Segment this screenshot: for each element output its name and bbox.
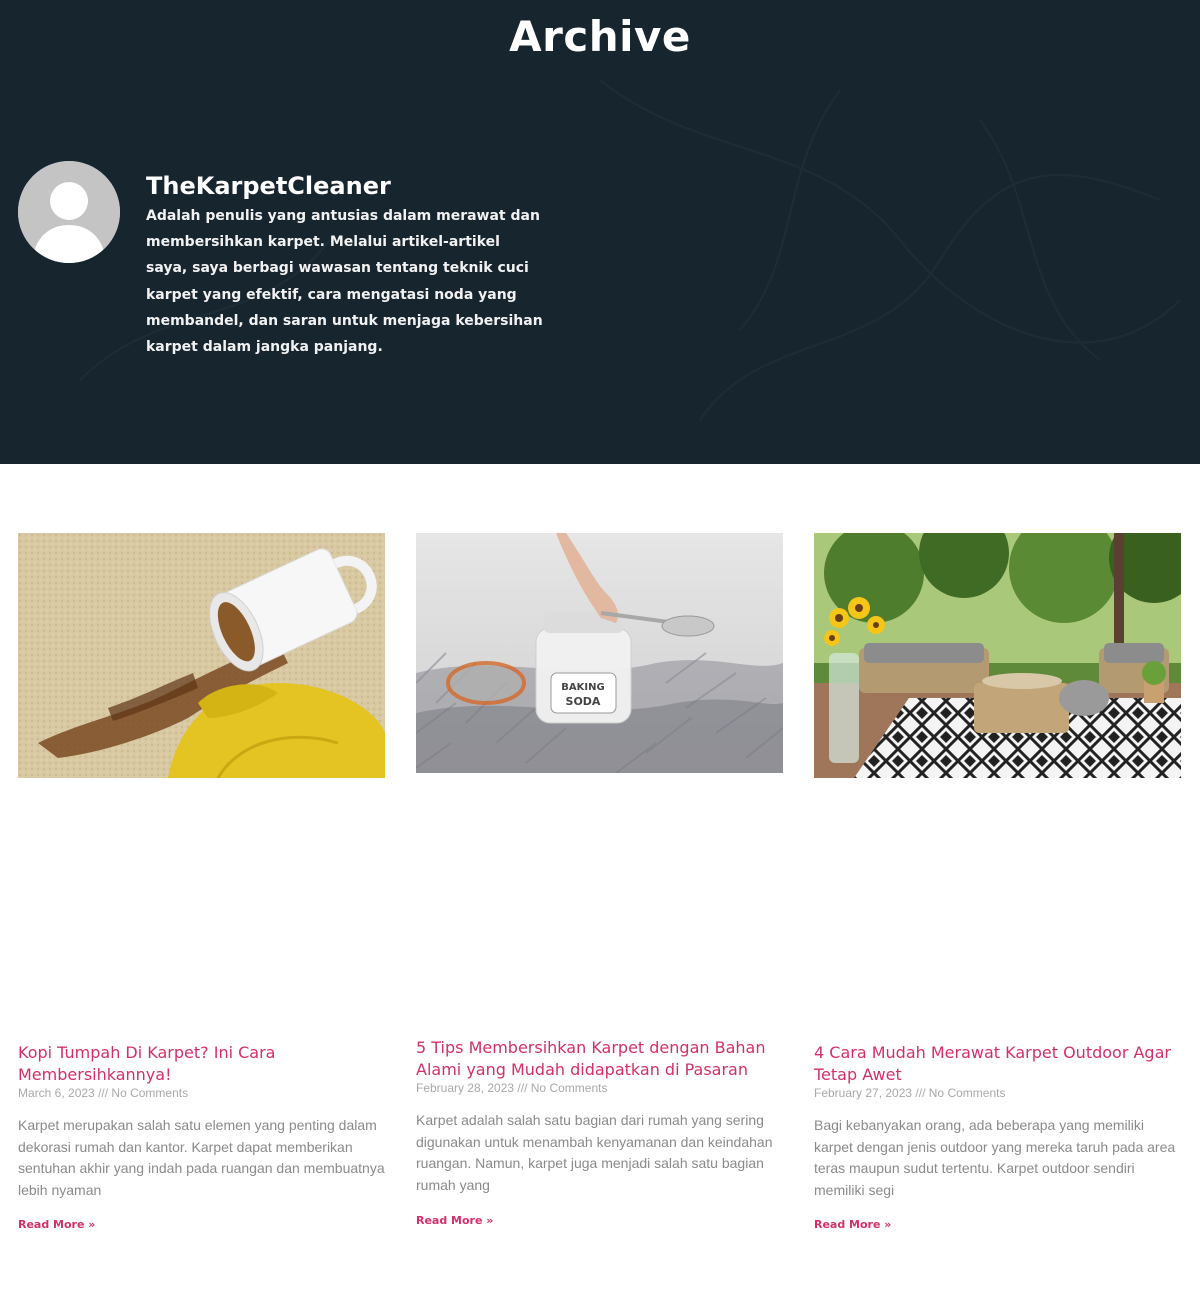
post-meta: February 28, 2023 /// No Comments — [416, 1081, 783, 1095]
post-thumbnail[interactable] — [814, 533, 1181, 778]
post-title-link[interactable]: Kopi Tumpah Di Karpet? Ini Cara Membersi… — [18, 1043, 275, 1084]
read-more-link[interactable]: Read More » — [416, 1214, 493, 1227]
post-meta: February 27, 2023 /// No Comments — [814, 1086, 1181, 1100]
meta-separator: /// — [517, 1081, 528, 1095]
post-comments[interactable]: No Comments — [111, 1086, 188, 1100]
post-excerpt: Bagi kebanyakan orang, ada beberapa yang… — [814, 1117, 1176, 1198]
post-title[interactable]: 5 Tips Membersihkan Karpet dengan Bahan … — [416, 1037, 783, 1081]
post-date: February 27, 2023 — [814, 1086, 913, 1100]
outdoor-patio-image — [814, 533, 1181, 778]
post-card: Kopi Tumpah Di Karpet? Ini Cara Membersi… — [18, 533, 385, 1243]
meta-separator: /// — [98, 1086, 109, 1100]
read-more-link[interactable]: Read More » — [18, 1218, 95, 1231]
author-hero: Archive TheKarpetCleaner Adalah penulis … — [0, 0, 1200, 464]
post-date: March 6, 2023 — [18, 1086, 95, 1100]
post-comments[interactable]: No Comments — [929, 1086, 1006, 1100]
baking-soda-image: BAKING SODA — [416, 533, 783, 773]
post-card: 4 Cara Mudah Merawat Karpet Outdoor Agar… — [814, 533, 1181, 1243]
post-thumbnail[interactable]: BAKING SODA — [416, 533, 783, 773]
post-excerpt: Karpet adalah salah satu bagian dari rum… — [416, 1112, 773, 1193]
read-more-link[interactable]: Read More » — [814, 1218, 891, 1231]
post-card: BAKING SODA 5 Tips Membersihkan Karpet d… — [416, 533, 783, 1243]
baking-label-line2: SODA — [566, 695, 601, 708]
user-silhouette-icon — [18, 161, 120, 263]
meta-separator: /// — [915, 1086, 926, 1100]
author-bio: Adalah penulis yang antusias dalam meraw… — [146, 208, 543, 356]
coffee-spill-image — [18, 533, 385, 778]
post-comments[interactable]: No Comments — [531, 1081, 608, 1095]
post-title[interactable]: Kopi Tumpah Di Karpet? Ini Cara Membersi… — [18, 1042, 385, 1086]
post-date: February 28, 2023 — [416, 1081, 515, 1095]
post-title[interactable]: 4 Cara Mudah Merawat Karpet Outdoor Agar… — [814, 1042, 1181, 1086]
baking-label-line1: BAKING — [561, 682, 604, 693]
post-meta: March 6, 2023 /// No Comments — [18, 1086, 385, 1100]
post-title-link[interactable]: 5 Tips Membersihkan Karpet dengan Bahan … — [416, 1038, 765, 1079]
author-name: TheKarpetCleaner — [146, 172, 391, 200]
page-title: Archive — [509, 12, 691, 61]
post-thumbnail[interactable] — [18, 533, 385, 778]
author-avatar — [18, 161, 120, 263]
post-excerpt: Karpet merupakan salah satu elemen yang … — [18, 1117, 385, 1198]
post-title-link[interactable]: 4 Cara Mudah Merawat Karpet Outdoor Agar… — [814, 1043, 1171, 1084]
